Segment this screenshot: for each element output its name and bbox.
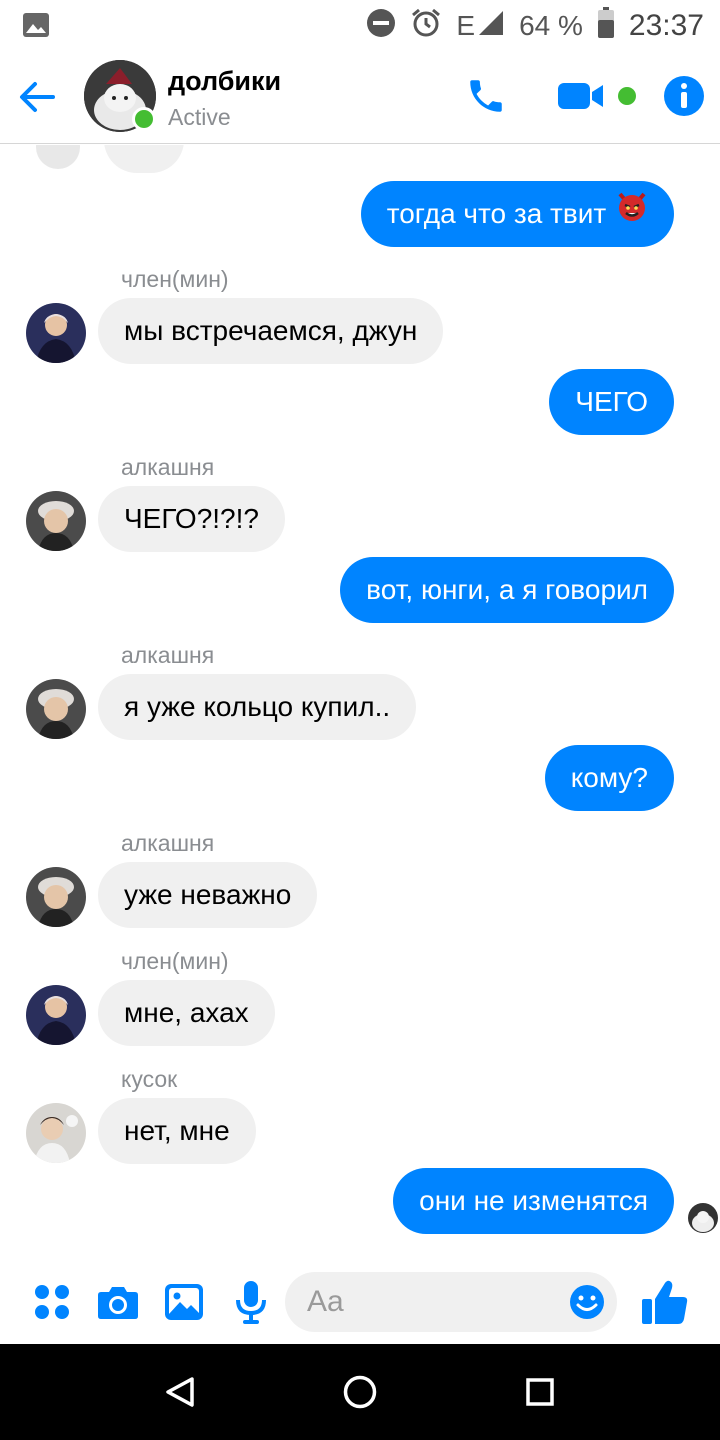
clock: 23:37 (628, 9, 704, 42)
sender-name: алкашня (121, 830, 215, 856)
like-button[interactable] (640, 1274, 690, 1330)
active-status-dot (132, 107, 156, 131)
sender-name: алкашня (121, 642, 215, 668)
devil-emoji-icon (616, 180, 648, 246)
status-bar: E 64 % 23:37 (0, 0, 720, 52)
video-active-dot (616, 72, 638, 120)
incoming-message[interactable]: нет, мне (98, 1098, 256, 1164)
sender-avatar[interactable] (26, 867, 86, 927)
message-input-box[interactable] (285, 1272, 617, 1332)
outgoing-message[interactable]: ЧЕГО (549, 369, 674, 435)
image-icon (165, 1284, 203, 1320)
info-icon (664, 76, 704, 116)
video-call-button[interactable] (556, 72, 606, 120)
sender-avatar[interactable] (26, 679, 86, 739)
chat-title: долбики (168, 66, 282, 96)
back-arrow-icon (20, 82, 55, 112)
battery-icon (597, 6, 615, 46)
alarm-icon (410, 7, 442, 46)
read-receipt-avatar (688, 1203, 718, 1233)
circle-home-icon (343, 1375, 377, 1409)
emoji-button[interactable] (569, 1284, 605, 1325)
sender-avatar[interactable] (26, 491, 86, 551)
gallery-notification-icon (22, 12, 50, 43)
message-text: тогда что за твит (386, 198, 607, 229)
more-actions-button[interactable] (30, 1274, 74, 1330)
info-button[interactable] (662, 72, 706, 120)
nav-back-button[interactable] (156, 1368, 204, 1416)
system-navigation-bar (0, 1344, 720, 1440)
nav-recents-button[interactable] (516, 1368, 564, 1416)
outgoing-message[interactable]: вот, юнги, а я говорил (340, 557, 674, 623)
incoming-message[interactable]: мне, ахах (98, 980, 275, 1046)
network-type: E (456, 10, 476, 41)
message-input[interactable] (307, 1272, 557, 1332)
outgoing-message[interactable]: они не изменятся (393, 1168, 674, 1234)
smiley-icon (570, 1285, 604, 1319)
sender-avatar[interactable] (26, 303, 86, 363)
nav-home-button[interactable] (336, 1368, 384, 1416)
incoming-message[interactable]: мы встречаемся, джун (98, 298, 444, 364)
sender-avatar[interactable] (26, 985, 86, 1045)
message-list[interactable]: тогда что за твит член(мин) мы встречаем… (0, 145, 720, 1255)
triangle-back-icon (166, 1377, 194, 1407)
scrolled-off-avatar (36, 145, 80, 169)
gallery-button[interactable] (162, 1274, 206, 1330)
incoming-message[interactable]: я уже кольцо купил.. (98, 674, 417, 740)
video-camera-icon (558, 83, 603, 109)
camera-icon (98, 1287, 138, 1319)
microphone-icon (236, 1281, 266, 1324)
thumbs-up-icon (642, 1280, 688, 1324)
sender-name: член(мин) (121, 948, 229, 974)
do-not-disturb-icon (366, 8, 396, 45)
sender-avatar[interactable] (26, 1103, 86, 1163)
voice-message-button[interactable] (232, 1274, 270, 1330)
sender-name: алкашня (121, 454, 215, 480)
incoming-message[interactable]: ЧЕГО?!?!? (98, 486, 285, 552)
incoming-message[interactable]: уже неважно (98, 862, 318, 928)
phone-icon (470, 80, 502, 112)
signal-icon (477, 9, 505, 44)
sender-name: кусок (121, 1066, 178, 1092)
message-composer (0, 1262, 720, 1344)
voice-call-button[interactable] (462, 72, 510, 120)
scrolled-off-bubble (104, 145, 184, 173)
chat-active-status: Active (168, 104, 231, 130)
sender-name: член(мин) (121, 266, 229, 292)
outgoing-message[interactable]: тогда что за твит (360, 180, 674, 247)
square-recents-icon (526, 1378, 554, 1406)
back-button[interactable] (14, 74, 60, 120)
four-dots-icon (35, 1285, 69, 1319)
camera-button[interactable] (96, 1274, 140, 1330)
chat-header: долбики Active (0, 52, 720, 144)
battery-percent: 64 % (519, 10, 583, 41)
outgoing-message[interactable]: кому? (544, 745, 674, 811)
